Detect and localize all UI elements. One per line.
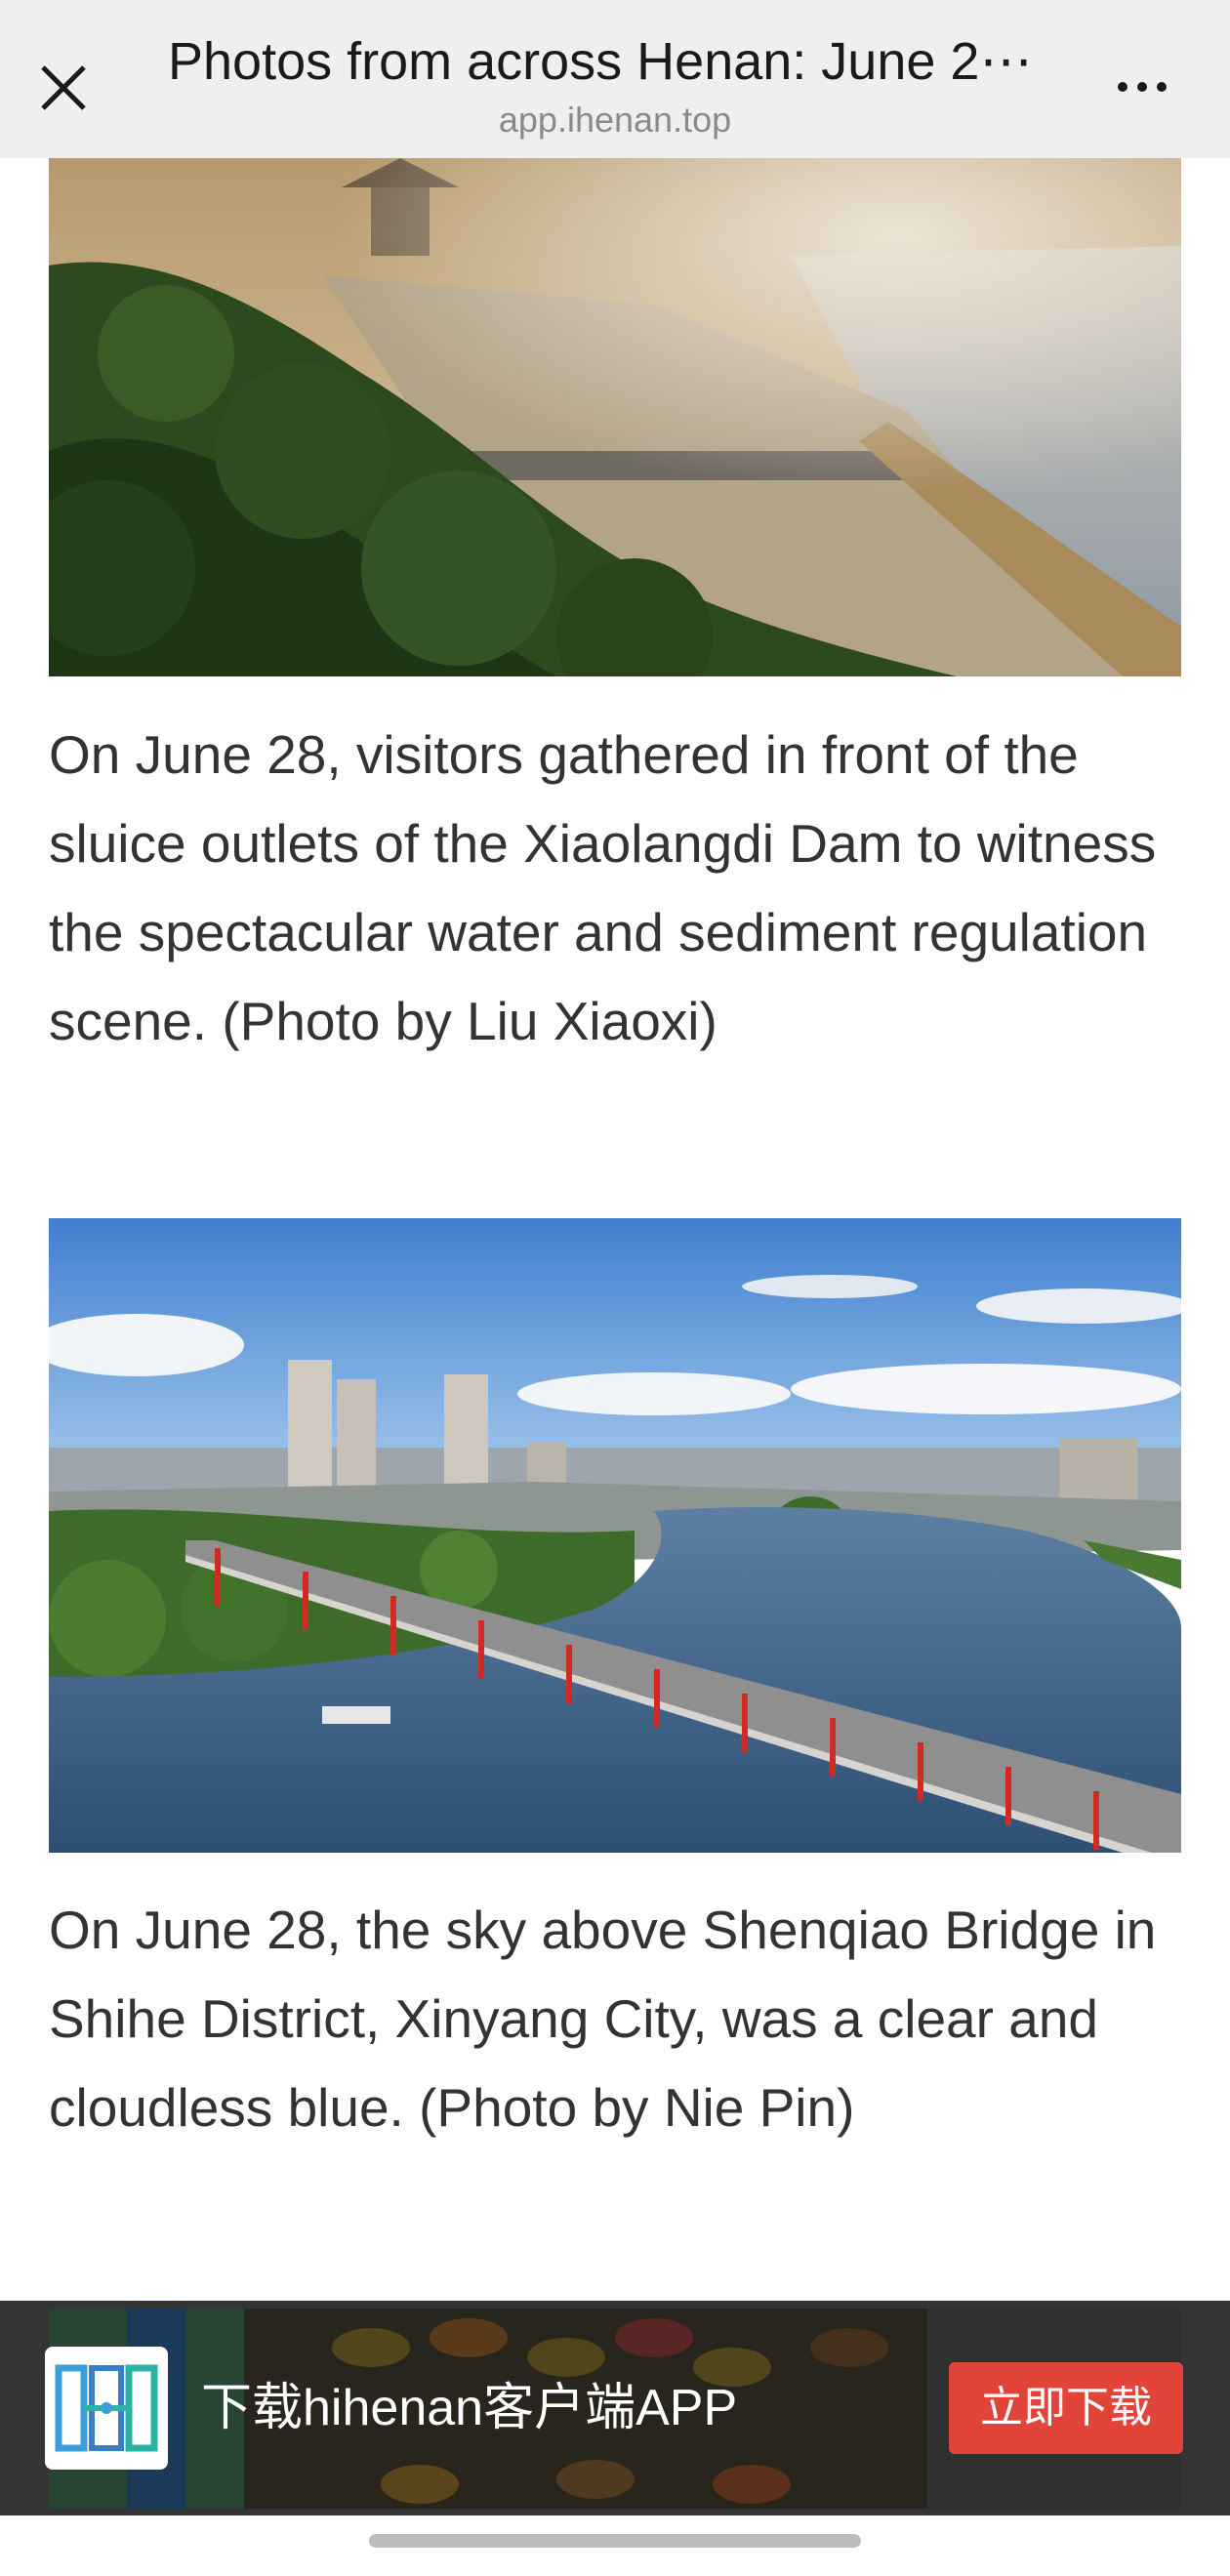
photo-caption-dam: On June 28, visitors gathered in front o… bbox=[49, 724, 1157, 1051]
article-photo-bridge[interactable] bbox=[49, 1218, 1181, 1853]
photo-caption-bridge: On June 28, the sky above Shenqiao Bridg… bbox=[49, 1900, 1157, 2138]
download-now-button[interactable]: 立即下载 bbox=[949, 2362, 1183, 2454]
hihenan-app-logo bbox=[45, 2347, 168, 2470]
app-download-banner[interactable]: 下载hihenan客户端APP 立即下载 bbox=[0, 2301, 1230, 2515]
page-title: Photos from across Henan: June 2⋯ bbox=[168, 32, 1033, 91]
more-horizontal-icon bbox=[1137, 82, 1147, 92]
more-horizontal-icon bbox=[1118, 82, 1128, 92]
more-horizontal-icon bbox=[1157, 82, 1167, 92]
more-button[interactable] bbox=[1108, 61, 1186, 109]
banner-text: 下载hihenan客户端APP bbox=[201, 2380, 738, 2436]
home-indicator[interactable] bbox=[369, 2534, 861, 2548]
article-photo-dam[interactable] bbox=[49, 158, 1181, 676]
page-domain: app.ihenan.top bbox=[498, 100, 732, 140]
top-bar: Photos from across Henan: June 2⋯ app.ih… bbox=[0, 0, 1230, 158]
